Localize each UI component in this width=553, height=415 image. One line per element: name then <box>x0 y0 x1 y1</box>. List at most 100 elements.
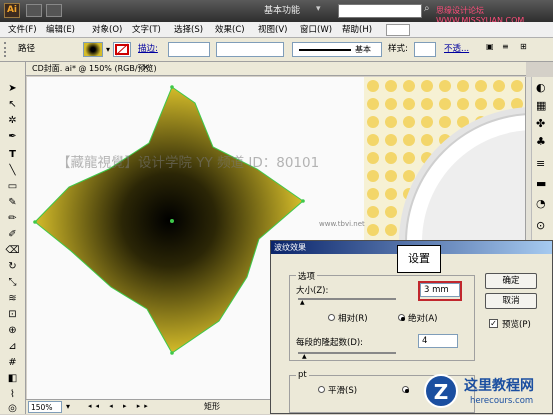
corner-radio[interactable] <box>402 386 409 393</box>
stroke-panel-icon[interactable]: ≡ <box>536 157 545 170</box>
scale-tool-icon[interactable]: ⤡ <box>5 276 20 289</box>
variable-width-profile[interactable] <box>216 42 284 57</box>
size-slider-thumb[interactable]: ▲ <box>300 299 305 306</box>
brushes-panel-icon[interactable]: ✤ <box>536 117 545 130</box>
help-search-input[interactable] <box>338 4 422 18</box>
brand-logo: Z <box>424 374 458 408</box>
artboard-navigation[interactable]: ◂◂ ◂ ▸ ▸▸ <box>88 402 152 410</box>
brand-watermark: Z 这里教程网 herecours.com <box>424 372 552 412</box>
preview-label: 预览(P) <box>502 320 531 330</box>
bridge-icon[interactable] <box>26 4 42 17</box>
menu-view[interactable]: 视图(V) <box>256 22 289 38</box>
eraser-tool-icon[interactable]: ⌫ <box>5 244 20 257</box>
control-bar: 路径 ▾ 描边: 基本 样式: 不透... ▣ ≡ ⊞ <box>0 38 553 62</box>
app-logo: Ai <box>4 3 20 18</box>
tools-panel: ➤ ↖ ✲ ✒ T ╲ ▭ ✎ ✏ ✐ ⌫ ↻ ⤡ ≋ ⊡ ⊕ ⊿ # ◧ ⌇ … <box>0 62 26 414</box>
swatches-panel-icon[interactable]: ▦ <box>536 99 546 112</box>
arrange-icon[interactable] <box>386 24 410 36</box>
selection-tool-icon[interactable]: ➤ <box>5 82 20 95</box>
preview-checkbox[interactable]: ✓ <box>489 319 498 328</box>
relative-radio[interactable] <box>328 314 335 321</box>
ridges-label: 每段的隆起数(D): <box>296 338 364 348</box>
callout-label: 设置 <box>397 245 441 273</box>
smooth-label: 平滑(S) <box>328 386 358 396</box>
menu-effect[interactable]: 效果(C) <box>213 22 247 38</box>
shape-builder-tool-icon[interactable]: ⊕ <box>5 324 20 337</box>
menu-object[interactable]: 对象(O) <box>90 22 124 38</box>
absolute-label: 绝对(A) <box>408 314 438 324</box>
menu-edit[interactable]: 编辑(E) <box>44 22 77 38</box>
transform-icon[interactable]: ⊞ <box>520 42 534 57</box>
stroke-swatch[interactable] <box>113 42 131 57</box>
menu-help[interactable]: 帮助(H) <box>340 22 374 38</box>
pencil-tool-icon[interactable]: ✏ <box>5 212 20 225</box>
fill-swatch[interactable] <box>83 42 103 57</box>
options-group: 选项 大小(Z): ▲ 3 mm 相对(R) 绝对(A) 每段的隆起数(D): … <box>289 270 475 361</box>
stroke-label[interactable]: 描边: <box>138 42 158 57</box>
direct-selection-tool-icon[interactable]: ↖ <box>5 98 20 111</box>
free-transform-tool-icon[interactable]: ⊡ <box>5 308 20 321</box>
style-label: 样式: <box>388 44 408 54</box>
eyedropper-tool-icon[interactable]: ⌇ <box>5 388 20 401</box>
document-tab-bar: CD封面. ai* @ 150% (RGB/预览) × <box>26 62 526 76</box>
ridges-slider[interactable] <box>298 352 396 354</box>
graphic-style-select[interactable] <box>414 42 436 57</box>
type-tool-icon[interactable]: T <box>5 148 20 161</box>
chevron-down-icon[interactable]: ▾ <box>66 402 70 411</box>
rectangle-tool-icon[interactable]: ▭ <box>5 180 20 193</box>
transparency-panel-icon[interactable]: ◔ <box>536 197 546 210</box>
menu-file[interactable]: 文件(F) <box>6 22 39 38</box>
brand-url: herecours.com <box>470 396 534 406</box>
line-tool-icon[interactable]: ╲ <box>5 164 20 177</box>
current-tool-status: 矩形 <box>204 402 220 411</box>
size-input[interactable]: 3 mm <box>420 283 460 297</box>
gradient-tool-icon[interactable]: ◧ <box>5 372 20 385</box>
points-group-label: pt <box>296 370 309 380</box>
menu-bar: 文件(F) 编辑(E) 对象(O) 文字(T) 选择(S) 效果(C) 视图(V… <box>0 22 553 38</box>
blob-brush-tool-icon[interactable]: ✐ <box>5 228 20 241</box>
ok-button[interactable]: 确定 <box>485 273 537 289</box>
selection-type-label: 路径 <box>18 44 36 54</box>
pen-tool-icon[interactable]: ✒ <box>5 130 20 143</box>
perspective-grid-tool-icon[interactable]: ⊿ <box>5 340 20 353</box>
menu-select[interactable]: 选择(S) <box>172 22 205 38</box>
smooth-radio[interactable] <box>318 386 325 393</box>
overlay-watermark-text: 【藏龍視覺】设计学院 YY 频道 ID：80101 <box>57 155 320 171</box>
overlay-watermark-url: www.tbvi.net <box>319 220 365 228</box>
symbols-panel-icon[interactable]: ♣ <box>536 135 546 148</box>
opacity-label[interactable]: 不透... <box>444 42 469 57</box>
close-icon[interactable]: × <box>142 63 150 73</box>
size-slider[interactable] <box>298 298 396 300</box>
cancel-button[interactable]: 取消 <box>485 293 537 309</box>
search-icon[interactable]: ⌕ <box>424 3 430 14</box>
ridges-slider-thumb[interactable]: ▲ <box>302 353 307 360</box>
align-icon[interactable]: ≡ <box>502 42 516 57</box>
menu-window[interactable]: 窗口(W) <box>298 22 334 38</box>
menu-type[interactable]: 文字(T) <box>130 22 163 38</box>
grip-handle[interactable] <box>4 42 7 57</box>
brand-name: 这里教程网 <box>464 378 534 394</box>
appearance-panel-icon[interactable]: ⊙ <box>536 219 545 232</box>
stroke-weight-field[interactable] <box>168 42 210 57</box>
rotate-tool-icon[interactable]: ↻ <box>5 260 20 273</box>
brush-stroke-preview <box>299 49 351 51</box>
size-label: 大小(Z): <box>296 286 329 296</box>
paintbrush-tool-icon[interactable]: ✎ <box>5 196 20 209</box>
mesh-tool-icon[interactable]: # <box>5 356 20 369</box>
document-tab[interactable]: CD封面. ai* @ 150% (RGB/预览) <box>32 63 157 74</box>
ridges-input[interactable]: 4 <box>418 334 458 348</box>
workspace-switcher[interactable]: 基本功能 <box>264 4 300 18</box>
magic-wand-tool-icon[interactable]: ✲ <box>5 114 20 127</box>
warp-tool-icon[interactable]: ≋ <box>5 292 20 305</box>
zoom-level-select[interactable]: 150% <box>28 401 62 413</box>
absolute-radio[interactable] <box>398 314 405 321</box>
gradient-panel-icon[interactable]: ▬ <box>536 177 546 190</box>
chevron-down-icon[interactable]: ▾ <box>316 4 321 14</box>
document-setup-icon[interactable]: ▣ <box>486 42 500 57</box>
title-bar: Ai 基本功能 ▾ ⌕ 思缘设计论坛 WWW.MISSYUAN.COM <box>0 0 553 25</box>
arrange-documents-icon[interactable] <box>46 4 62 17</box>
brush-definition-select[interactable]: 基本 <box>292 42 382 57</box>
brush-name: 基本 <box>355 45 371 54</box>
color-panel-icon[interactable]: ◐ <box>536 81 546 94</box>
blend-tool-icon[interactable]: ◎ <box>5 402 20 415</box>
